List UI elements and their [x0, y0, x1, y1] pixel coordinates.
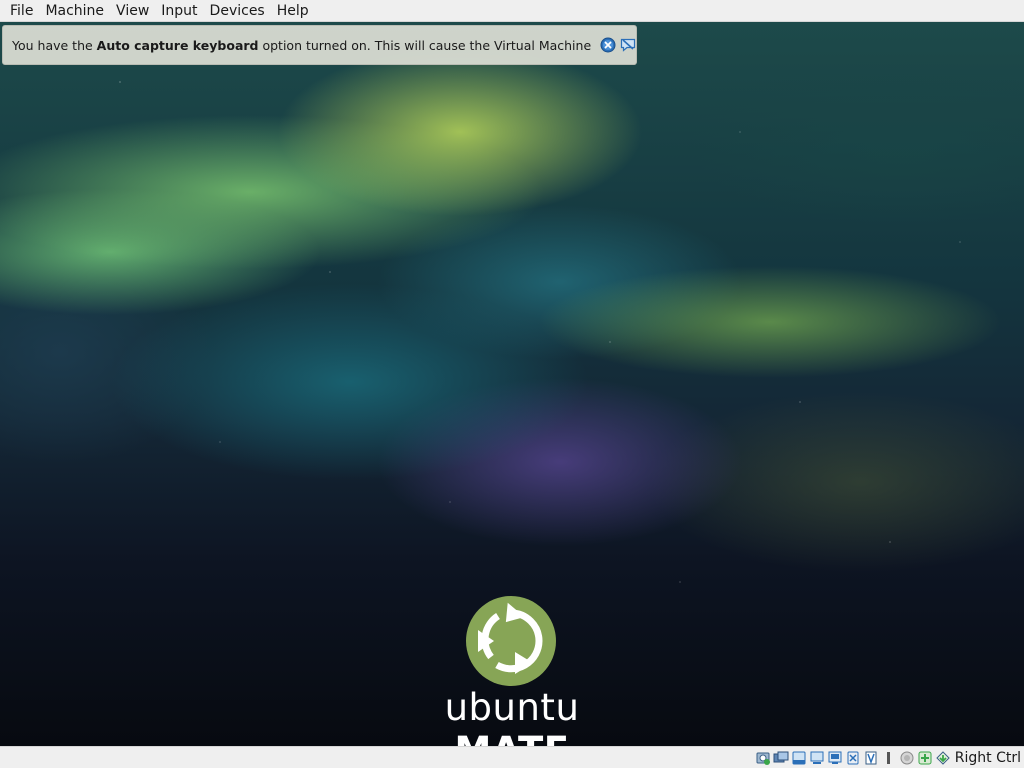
- menu-view[interactable]: View: [110, 0, 155, 22]
- keyboard-capture-icon[interactable]: [935, 750, 951, 766]
- notification-text: You have the Auto capture keyboard optio…: [12, 37, 592, 53]
- close-icon[interactable]: [600, 37, 616, 53]
- menu-file[interactable]: File: [4, 0, 39, 22]
- ubuntu-mate-logo-icon: [466, 596, 556, 686]
- mouse-integration-icon[interactable]: [917, 750, 933, 766]
- guest-display[interactable]: You have the Auto capture keyboard optio…: [0, 22, 1024, 746]
- host-key-label: Right Ctrl: [954, 749, 1021, 766]
- optical-drive-icon[interactable]: [773, 750, 789, 766]
- shared-folders-icon[interactable]: [845, 750, 861, 766]
- ubuntu-mate-logo: ubuntu MATE: [400, 594, 624, 746]
- menu-bar: File Machine View Input Devices Help: [0, 0, 1024, 22]
- virtualbox-vm-window: File Machine View Input Devices Help You…: [0, 0, 1024, 768]
- menu-help[interactable]: Help: [271, 0, 315, 22]
- cpu-activity-icon[interactable]: [899, 750, 915, 766]
- do-not-show-again-icon[interactable]: [620, 37, 636, 53]
- menu-devices[interactable]: Devices: [204, 0, 271, 22]
- status-bar: Right Ctrl: [0, 746, 1024, 768]
- ubuntu-mate-wordmark: ubuntu MATE: [444, 686, 580, 746]
- audio-icon[interactable]: [791, 750, 807, 766]
- menu-input[interactable]: Input: [155, 0, 203, 22]
- display-icon[interactable]: [863, 750, 879, 766]
- hard-disk-icon[interactable]: [755, 750, 771, 766]
- menu-machine[interactable]: Machine: [39, 0, 110, 22]
- auto-capture-notification: You have the Auto capture keyboard optio…: [2, 25, 637, 65]
- usb-icon[interactable]: [827, 750, 843, 766]
- network-icon[interactable]: [809, 750, 825, 766]
- recording-icon[interactable]: [881, 750, 897, 766]
